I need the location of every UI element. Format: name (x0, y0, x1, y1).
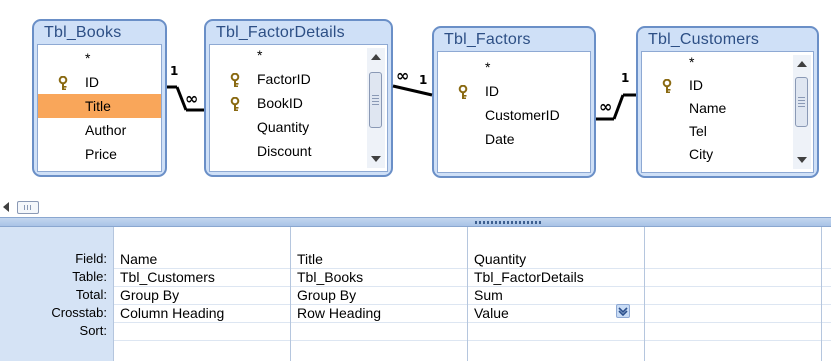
relationship-many-label: ∞ (185, 89, 199, 108)
scroll-left-arrow-icon[interactable] (3, 202, 9, 212)
sort-cell[interactable] (297, 322, 465, 340)
pane-splitter[interactable] (0, 217, 831, 227)
grid-column[interactable]: Quantity Tbl_FactorDetails Sum Value (467, 227, 644, 361)
field-cell[interactable]: Quantity (474, 250, 642, 268)
relationship-many-label: ∞ (396, 66, 410, 85)
grid-column-empty[interactable] (821, 227, 831, 361)
row-label-table: Table: (72, 269, 107, 284)
relationship-lines (167, 84, 636, 121)
grid-column[interactable]: Title Tbl_Books Group By Row Heading (290, 227, 467, 361)
grid-column[interactable]: Name Tbl_Customers Group By Column Headi… (113, 227, 290, 361)
relationship-one-label: 1 (419, 73, 428, 87)
table-cell[interactable]: Tbl_Books (297, 268, 465, 286)
grid-column-empty[interactable] (644, 227, 821, 361)
sort-cell[interactable] (474, 322, 642, 340)
table-cell[interactable]: Tbl_Customers (120, 268, 288, 286)
crosstab-cell[interactable]: Row Heading (297, 304, 465, 322)
total-cell[interactable]: Sum (474, 286, 642, 304)
row-label-total: Total: (75, 287, 107, 302)
row-label-sort: Sort: (79, 323, 107, 338)
row-label-field: Field: (75, 251, 107, 266)
total-cell[interactable]: Group By (297, 286, 465, 304)
design-grid[interactable]: Field: Table: Total: Crosstab: Sort: Nam… (0, 227, 831, 361)
crosstab-cell[interactable]: Column Heading (120, 304, 288, 322)
query-diagram-pane[interactable]: Tbl_Books * ID Title Author Price Tbl_Fa… (0, 0, 831, 196)
field-cell[interactable]: Title (297, 250, 465, 268)
splitter-grip-icon[interactable] (475, 221, 541, 224)
relationship-many-label: ∞ (599, 97, 613, 116)
relationship-one-label: 1 (621, 71, 630, 85)
row-headers: Field: Table: Total: Crosstab: Sort: (0, 227, 113, 361)
table-cell[interactable]: Tbl_FactorDetails (474, 268, 642, 286)
relationship-one-label: 1 (170, 64, 179, 78)
sort-cell[interactable] (120, 322, 288, 340)
field-cell[interactable]: Name (120, 250, 288, 268)
total-cell[interactable]: Group By (120, 286, 288, 304)
row-label-crosstab: Crosstab: (51, 305, 107, 320)
horizontal-scroll-thumb[interactable] (17, 201, 39, 214)
dropdown-arrow-icon[interactable] (616, 304, 630, 318)
